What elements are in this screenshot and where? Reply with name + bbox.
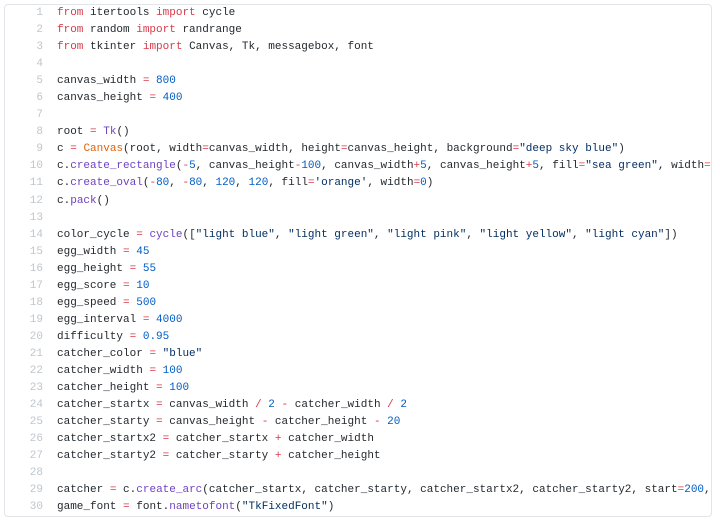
- code-content[interactable]: [53, 56, 711, 73]
- code-content[interactable]: egg_width = 45: [53, 244, 711, 261]
- code-content[interactable]: catcher = c.create_arc(catcher_startx, c…: [53, 482, 711, 499]
- code-line: 1from itertools import cycle: [5, 5, 711, 22]
- code-line: 14color_cycle = cycle(["light blue", "li…: [5, 227, 711, 244]
- line-number: 11: [5, 175, 53, 192]
- line-number: 18: [5, 295, 53, 312]
- code-line: 22catcher_width = 100: [5, 363, 711, 380]
- line-number: 28: [5, 465, 53, 482]
- code-content[interactable]: from random import randrange: [53, 22, 711, 39]
- line-number: 23: [5, 380, 53, 397]
- code-content[interactable]: egg_height = 55: [53, 261, 711, 278]
- code-line: 24catcher_startx = canvas_width / 2 - ca…: [5, 397, 711, 414]
- code-line: 7: [5, 107, 711, 124]
- code-content[interactable]: color_cycle = cycle(["light blue", "ligh…: [53, 227, 711, 244]
- line-number: 5: [5, 73, 53, 90]
- code-content[interactable]: c.create_oval(-80, -80, 120, 120, fill='…: [53, 175, 711, 192]
- code-content[interactable]: catcher_height = 100: [53, 380, 711, 397]
- code-line: 5canvas_width = 800: [5, 73, 711, 90]
- code-content[interactable]: catcher_color = "blue": [53, 346, 711, 363]
- code-line: 8root = Tk(): [5, 124, 711, 141]
- code-line: 10c.create_rectangle(-5, canvas_height-1…: [5, 158, 711, 175]
- line-number: 4: [5, 56, 53, 73]
- line-number: 14: [5, 227, 53, 244]
- code-line: 30game_font = font.nametofont("TkFixedFo…: [5, 499, 711, 516]
- code-line: 23catcher_height = 100: [5, 380, 711, 397]
- line-number: 6: [5, 90, 53, 107]
- code-line: 29catcher = c.create_arc(catcher_startx,…: [5, 482, 711, 499]
- code-block: 1from itertools import cycle2from random…: [4, 4, 712, 517]
- line-number: 21: [5, 346, 53, 363]
- code-line: 19egg_interval = 4000: [5, 312, 711, 329]
- code-content[interactable]: canvas_width = 800: [53, 73, 711, 90]
- code-line: 4: [5, 56, 711, 73]
- code-line: 9c = Canvas(root, width=canvas_width, he…: [5, 141, 711, 158]
- line-number: 27: [5, 448, 53, 465]
- line-number: 3: [5, 39, 53, 56]
- code-content[interactable]: from tkinter import Canvas, Tk, messageb…: [53, 39, 711, 56]
- code-content[interactable]: root = Tk(): [53, 124, 711, 141]
- code-content[interactable]: catcher_startx2 = catcher_startx + catch…: [53, 431, 711, 448]
- code-line: 6canvas_height = 400: [5, 90, 711, 107]
- line-number: 25: [5, 414, 53, 431]
- line-number: 10: [5, 158, 53, 175]
- code-line: 18egg_speed = 500: [5, 295, 711, 312]
- line-number: 24: [5, 397, 53, 414]
- code-content[interactable]: catcher_startx = canvas_width / 2 - catc…: [53, 397, 711, 414]
- code-content[interactable]: catcher_starty2 = catcher_starty + catch…: [53, 448, 711, 465]
- code-content[interactable]: egg_speed = 500: [53, 295, 711, 312]
- code-content[interactable]: catcher_starty = canvas_height - catcher…: [53, 414, 711, 431]
- line-number: 7: [5, 107, 53, 124]
- code-content[interactable]: [53, 210, 711, 227]
- code-line: 12c.pack(): [5, 193, 711, 210]
- line-number: 29: [5, 482, 53, 499]
- line-number: 8: [5, 124, 53, 141]
- code-line: 17egg_score = 10: [5, 278, 711, 295]
- code-content[interactable]: c = Canvas(root, width=canvas_width, hei…: [53, 141, 711, 158]
- code-line: 2from random import randrange: [5, 22, 711, 39]
- code-line: 20difficulty = 0.95: [5, 329, 711, 346]
- code-content[interactable]: game_font = font.nametofont("TkFixedFont…: [53, 499, 711, 516]
- code-content[interactable]: [53, 107, 711, 124]
- code-line: 28: [5, 465, 711, 482]
- code-content[interactable]: c.pack(): [53, 193, 711, 210]
- code-line: 27catcher_starty2 = catcher_starty + cat…: [5, 448, 711, 465]
- code-line: 13: [5, 210, 711, 227]
- code-line: 21catcher_color = "blue": [5, 346, 711, 363]
- line-number: 15: [5, 244, 53, 261]
- code-line: 11c.create_oval(-80, -80, 120, 120, fill…: [5, 175, 711, 192]
- line-number: 16: [5, 261, 53, 278]
- line-number: 12: [5, 193, 53, 210]
- line-number: 17: [5, 278, 53, 295]
- code-line: 15egg_width = 45: [5, 244, 711, 261]
- code-content[interactable]: canvas_height = 400: [53, 90, 711, 107]
- code-line: 25catcher_starty = canvas_height - catch…: [5, 414, 711, 431]
- line-number: 19: [5, 312, 53, 329]
- code-line: 16egg_height = 55: [5, 261, 711, 278]
- line-number: 1: [5, 5, 53, 22]
- line-number: 20: [5, 329, 53, 346]
- line-number: 26: [5, 431, 53, 448]
- code-content[interactable]: [53, 465, 711, 482]
- code-content[interactable]: difficulty = 0.95: [53, 329, 711, 346]
- code-line: 26catcher_startx2 = catcher_startx + cat…: [5, 431, 711, 448]
- code-content[interactable]: egg_interval = 4000: [53, 312, 711, 329]
- line-number: 30: [5, 499, 53, 516]
- code-content[interactable]: egg_score = 10: [53, 278, 711, 295]
- code-line: 3from tkinter import Canvas, Tk, message…: [5, 39, 711, 56]
- code-content[interactable]: from itertools import cycle: [53, 5, 711, 22]
- line-number: 9: [5, 141, 53, 158]
- line-number: 13: [5, 210, 53, 227]
- line-number: 2: [5, 22, 53, 39]
- code-content[interactable]: catcher_width = 100: [53, 363, 711, 380]
- code-content[interactable]: c.create_rectangle(-5, canvas_height-100…: [53, 158, 711, 175]
- line-number: 22: [5, 363, 53, 380]
